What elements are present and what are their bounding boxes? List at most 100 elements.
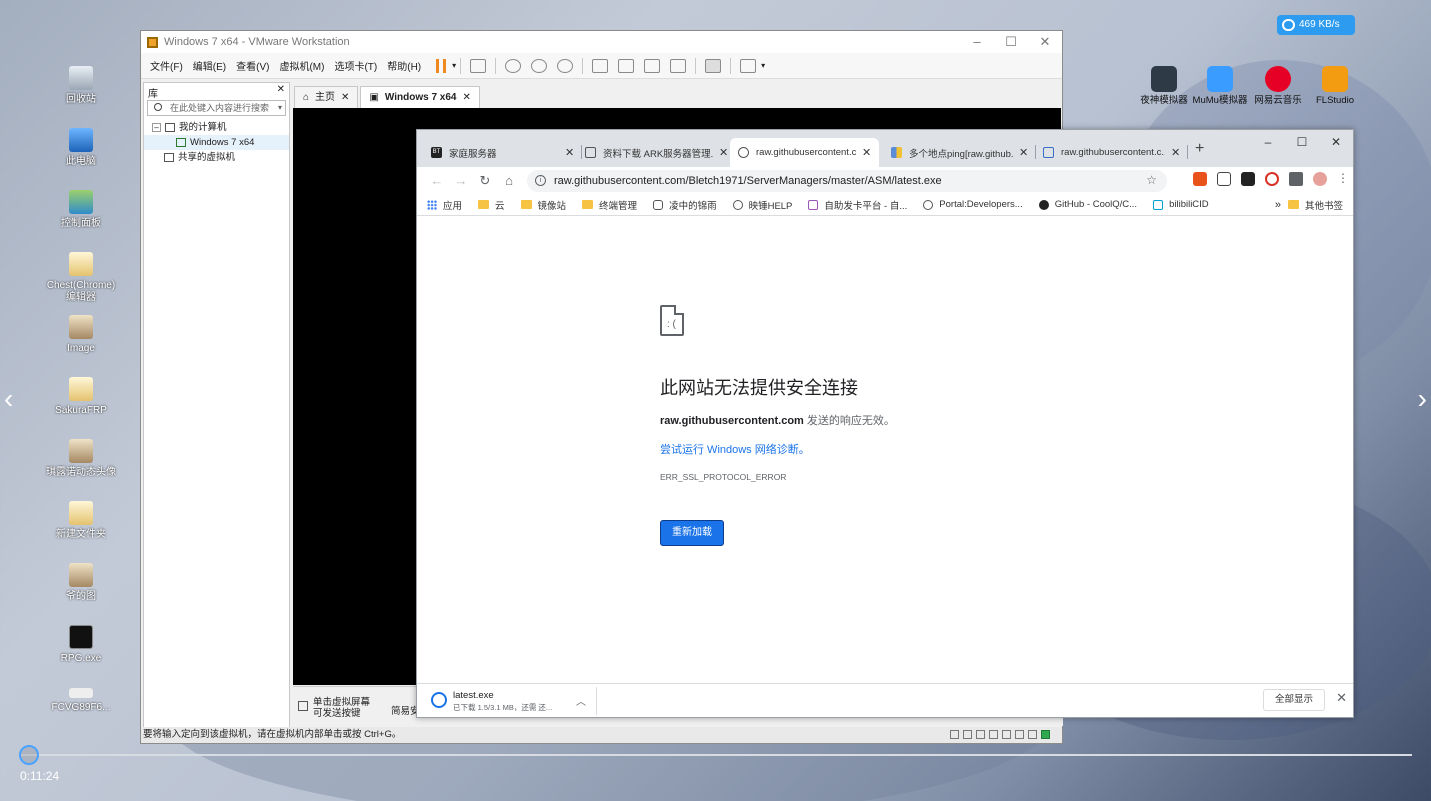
other-bookmarks[interactable]: 其他书签	[1287, 198, 1343, 212]
minimize-button[interactable]: –	[960, 31, 994, 53]
revert-snapshot-icon[interactable]	[531, 58, 548, 73]
puzzle-icon[interactable]	[1289, 172, 1303, 186]
seek-bar[interactable]	[20, 754, 1412, 756]
desktop-icon-recycle-bin[interactable]: 回收站	[46, 66, 116, 106]
desktop-icon-avatar[interactable]: 琪露诺动态头像	[46, 439, 116, 479]
send-keys-icon[interactable]	[470, 58, 487, 73]
desktop-icon-nox[interactable]: 夜神模拟器	[1134, 66, 1194, 106]
browser-tab[interactable]: raw.githubusercontent.c... ✕	[1035, 138, 1189, 167]
more-bookmarks-button[interactable]: »	[1275, 199, 1281, 211]
desktop-icon-mumu[interactable]: MuMu模拟器	[1190, 66, 1250, 106]
tree-item-my-computer[interactable]: – 我的计算机	[144, 120, 289, 135]
browser-tab[interactable]: 多个地点ping[raw.github... ✕	[883, 138, 1037, 167]
tampermonkey-extension-icon[interactable]	[1241, 172, 1255, 186]
library-search-input[interactable]: 在此处键入内容进行搜索 ▾	[147, 100, 286, 116]
reload-button[interactable]: 重新加载	[660, 520, 724, 546]
tab-home[interactable]: ⌂ 主页 ✕	[294, 86, 359, 109]
vmware-titlebar[interactable]: Windows 7 x64 - VMware Workstation	[141, 31, 1062, 53]
close-tab-icon[interactable]: ✕	[719, 146, 728, 159]
minimize-button[interactable]: –	[1251, 130, 1285, 154]
console-view-icon[interactable]	[705, 58, 722, 73]
reload-icon[interactable]: ↻	[473, 173, 497, 189]
bookmark-star-icon[interactable]: ☆	[1146, 173, 1157, 187]
chevron-up-icon[interactable]: ︿	[576, 693, 586, 708]
bookmark-folder[interactable]: 云	[478, 198, 505, 212]
info-icon[interactable]: i	[535, 175, 546, 186]
close-tab-icon[interactable]: ✕	[565, 146, 574, 159]
hdd-icon[interactable]	[950, 730, 959, 739]
desktop-icon-rpg[interactable]: RPG.exe	[46, 625, 116, 665]
bookmark-link[interactable]: 映锤HELP	[732, 198, 792, 212]
status-icon[interactable]	[1041, 730, 1050, 739]
printer-icon[interactable]	[1002, 730, 1011, 739]
browser-tab-active[interactable]: raw.githubusercontent.c... ✕	[730, 138, 880, 167]
close-button[interactable]: ✕	[1028, 31, 1062, 53]
maximize-button[interactable]: ☐	[1285, 130, 1319, 154]
maximize-button[interactable]: ☐	[994, 31, 1028, 53]
tab-vm[interactable]: ▣ Windows 7 x64 ✕	[360, 86, 480, 109]
cd-icon[interactable]	[963, 730, 972, 739]
bookmark-link[interactable]: bilibiliCID	[1153, 199, 1209, 210]
close-tab-icon[interactable]: ✕	[862, 146, 871, 159]
chevron-down-icon[interactable]: ▾	[278, 101, 282, 115]
close-tab-icon[interactable]: ✕	[1171, 146, 1180, 159]
bookmark-folder[interactable]: 镜像站	[520, 198, 566, 212]
stretch-icon[interactable]	[740, 58, 757, 73]
fullscreen-icon[interactable]	[644, 58, 661, 73]
translate-extension-icon[interactable]	[1217, 172, 1231, 186]
close-icon[interactable]: ✕	[277, 84, 285, 95]
next-arrow-icon[interactable]: ›	[1418, 385, 1427, 413]
avatar[interactable]	[1313, 172, 1327, 186]
office-extension-icon[interactable]	[1193, 172, 1207, 186]
adblock-extension-icon[interactable]	[1265, 172, 1279, 186]
network-icon[interactable]	[976, 730, 985, 739]
tree-item-shared[interactable]: 共享的虚拟机	[144, 150, 289, 165]
desktop-icon-sakurafrp[interactable]: SakuraFRP	[46, 377, 116, 417]
new-tab-button[interactable]: +	[1195, 140, 1204, 158]
snapshot-icon[interactable]	[505, 58, 522, 73]
menu-dots-icon[interactable]: ⋮	[1337, 172, 1349, 186]
menu-vm[interactable]: 虚拟机(M)	[274, 58, 329, 73]
address-bar[interactable]: i raw.githubusercontent.com/Bletch1971/S…	[527, 169, 1167, 192]
previous-arrow-icon[interactable]: ‹	[4, 385, 13, 413]
chevron-down-icon[interactable]: ▾	[761, 61, 765, 70]
forward-arrow-icon[interactable]: →	[449, 173, 473, 188]
close-icon[interactable]: ✕	[1336, 690, 1347, 706]
browser-tab[interactable]: 资料下载 ARK服务器管理... ✕	[577, 138, 736, 167]
bookmark-apps[interactable]: 应用	[427, 198, 462, 212]
desktop-icon-this-pc[interactable]: 此电脑	[46, 128, 116, 168]
show-all-downloads-button[interactable]: 全部显示	[1263, 689, 1325, 711]
desktop-icon-flstudio[interactable]: FLStudio	[1305, 66, 1365, 106]
bookmark-link[interactable]: Portal:Developers...	[923, 199, 1023, 210]
unity-icon[interactable]	[670, 58, 687, 73]
desktop-icon-pictures[interactable]: 爷的图	[46, 563, 116, 603]
bookmark-folder[interactable]: 终端管理	[582, 198, 637, 212]
menu-view[interactable]: 查看(V)	[231, 58, 274, 73]
menu-help[interactable]: 帮助(H)	[382, 58, 426, 73]
bookmark-link[interactable]: 凌中的锦雨	[653, 198, 717, 212]
sound-icon[interactable]	[1015, 730, 1024, 739]
bookmark-link[interactable]: 自助发卡平台 - 自...	[808, 198, 907, 212]
net-speed-indicator[interactable]: 469 KB/s	[1277, 15, 1355, 35]
pause-icon[interactable]	[436, 58, 447, 73]
bookmark-link[interactable]: GitHub - CoolQ/C...	[1038, 199, 1137, 210]
desktop-icon-chest-editor[interactable]: Chest(Chrome) 编辑器	[46, 252, 116, 304]
browser-tab[interactable]: BT 家庭服务器 ✕	[423, 138, 583, 167]
close-icon[interactable]: ✕	[463, 87, 471, 109]
desktop-icon-new-folder[interactable]: 新建文件夹	[46, 501, 116, 541]
chevron-down-icon[interactable]: ▾	[452, 61, 456, 70]
menu-tabs[interactable]: 选项卡(T)	[329, 58, 382, 73]
desktop-icon-control-panel[interactable]: 控制面板	[46, 190, 116, 230]
desktop-icon-file[interactable]: FCVG89F6...	[46, 688, 116, 714]
library-view-icon[interactable]	[592, 58, 609, 73]
back-arrow-icon[interactable]: ←	[425, 173, 449, 188]
seek-handle[interactable]	[19, 745, 39, 765]
close-icon[interactable]: ✕	[341, 87, 349, 109]
usb-icon[interactable]	[989, 730, 998, 739]
desktop-icon-image[interactable]: Image	[46, 315, 116, 355]
download-item[interactable]: latest.exe 已下载 1.5/3.1 MB，还需 还... ︿	[427, 687, 597, 715]
collapse-icon[interactable]: –	[152, 123, 161, 132]
menu-edit[interactable]: 编辑(E)	[188, 58, 231, 73]
tree-item-vm[interactable]: Windows 7 x64	[144, 135, 289, 150]
display-icon[interactable]	[1028, 730, 1037, 739]
